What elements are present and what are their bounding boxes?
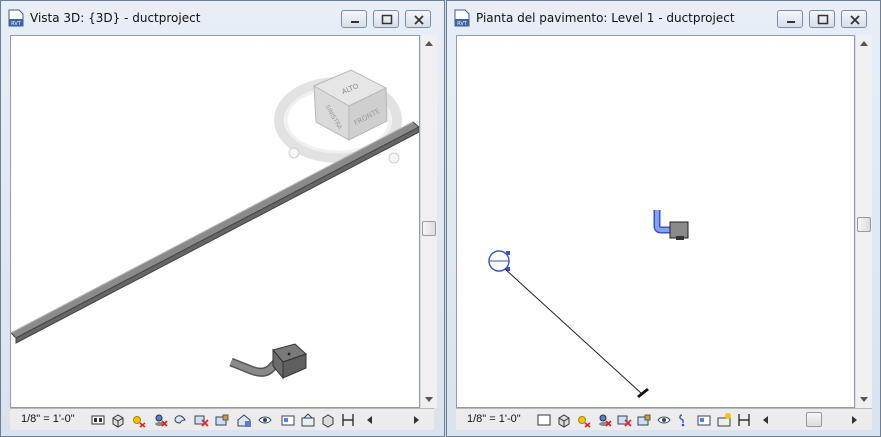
temporary-hide-icon[interactable] — [236, 412, 252, 428]
window-title: Pianta del pavimento: Level 1 - ductproj… — [476, 11, 735, 25]
visual-style-icon[interactable] — [110, 412, 126, 428]
svg-text:RVT: RVT — [457, 21, 468, 27]
close-button[interactable] — [405, 10, 431, 28]
duct-centerline[interactable] — [504, 268, 642, 394]
duct-run[interactable] — [11, 121, 419, 344]
sun-path-icon[interactable] — [130, 412, 146, 428]
rvt-file-icon: RVT — [454, 9, 470, 27]
reveal-hidden-icon[interactable] — [656, 412, 672, 428]
scroll-thumb[interactable] — [422, 221, 436, 236]
close-icon — [414, 15, 424, 25]
restore-button[interactable] — [373, 10, 399, 28]
view-scale[interactable]: 1/8" = 1'-0" — [21, 413, 75, 425]
title-bar[interactable]: RVT Vista 3D: {3D} - ductproject — [1, 1, 444, 35]
scroll-down-icon[interactable] — [425, 397, 433, 402]
analytical-model-icon[interactable] — [716, 412, 732, 428]
air-terminal[interactable] — [488, 250, 510, 272]
detail-level-icon[interactable] — [536, 412, 552, 428]
window-3d-view: RVT Vista 3D: {3D} - ductproject ALTO SI… — [0, 0, 445, 437]
window-floor-plan: RVT Pianta del pavimento: Level 1 - duct… — [446, 0, 881, 437]
restore-button[interactable] — [809, 10, 835, 28]
view-scale[interactable]: 1/8" = 1'-0" — [467, 413, 521, 425]
floor-plan-canvas[interactable] — [456, 35, 855, 408]
crop-view-icon[interactable] — [172, 412, 188, 428]
view-control-bar: 1/8" = 1'-0" — [10, 408, 434, 430]
scroll-up-icon[interactable] — [425, 41, 433, 46]
viewcube-ring-handle[interactable] — [388, 152, 400, 164]
viewcube-ring-handle[interactable] — [288, 147, 300, 159]
view-control-bar: 1/8" = 1'-0" — [456, 408, 872, 430]
temporary-view-properties-icon[interactable] — [696, 412, 712, 428]
crop-view-icon[interactable] — [616, 412, 632, 428]
constraints-icon[interactable] — [736, 412, 752, 428]
analytical-model-icon[interactable] — [300, 412, 316, 428]
minimize-button[interactable] — [777, 10, 803, 28]
highlight-displacement-icon[interactable] — [320, 412, 336, 428]
close-button[interactable] — [841, 10, 867, 28]
vertical-scrollbar[interactable] — [420, 35, 437, 408]
duct-fitting[interactable] — [229, 343, 307, 380]
svg-text:RVT: RVT — [11, 21, 22, 27]
temporary-view-properties-icon[interactable] — [280, 412, 296, 428]
title-bar[interactable]: RVT Pianta del pavimento: Level 1 - duct… — [447, 1, 880, 35]
minimize-icon — [351, 21, 359, 23]
restore-icon — [817, 14, 829, 25]
shadows-icon[interactable] — [152, 412, 168, 428]
scroll-left-icon[interactable] — [367, 416, 372, 424]
temporary-hide-icon[interactable] — [676, 412, 692, 428]
close-icon — [850, 15, 860, 25]
rvt-file-icon: RVT — [8, 9, 24, 27]
minimize-icon — [787, 21, 795, 23]
scroll-right-icon[interactable] — [414, 416, 419, 424]
scroll-up-icon[interactable] — [860, 41, 868, 46]
3d-view-canvas[interactable]: ALTO SINISTRA FRONTE — [10, 35, 420, 408]
minimize-button[interactable] — [341, 10, 367, 28]
scroll-thumb[interactable] — [857, 217, 871, 232]
detail-level-icon[interactable] — [90, 412, 106, 428]
shadows-icon[interactable] — [596, 412, 612, 428]
visual-style-icon[interactable] — [556, 412, 572, 428]
window-title: Vista 3D: {3D} - ductproject — [30, 11, 201, 25]
unlock-3d-view-icon[interactable] — [214, 412, 230, 428]
vertical-scrollbar[interactable] — [855, 35, 872, 408]
show-crop-icon[interactable] — [636, 412, 652, 428]
sun-path-icon[interactable] — [575, 412, 591, 428]
constraints-icon[interactable] — [340, 412, 356, 428]
scroll-left-icon[interactable] — [763, 416, 768, 424]
scroll-right-icon[interactable] — [852, 416, 857, 424]
horizontal-scroll-thumb[interactable] — [806, 412, 822, 427]
show-crop-icon[interactable] — [193, 412, 209, 428]
reveal-hidden-icon[interactable] — [257, 412, 273, 428]
duct-end-marker[interactable] — [637, 388, 649, 398]
duct-fitting[interactable] — [653, 210, 689, 240]
scroll-down-icon[interactable] — [860, 397, 868, 402]
restore-icon — [381, 14, 393, 25]
